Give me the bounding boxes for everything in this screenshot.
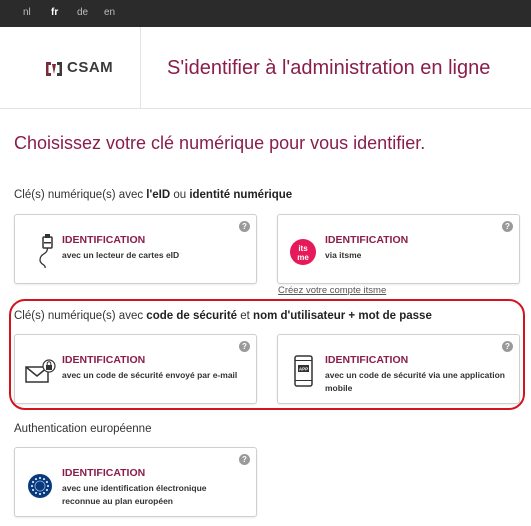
csam-logo-icon <box>46 62 62 76</box>
section-label-european: Authentication européenne <box>14 423 152 435</box>
header: CSAM S'identifier à l'administration en … <box>0 27 531 109</box>
card-description: via itsme <box>325 250 362 260</box>
card-eid-reader[interactable]: ? IDENTIFICATION avec un lecteur de cart… <box>14 214 257 284</box>
eu-stars-icon <box>28 474 52 498</box>
section-label-eid: Clé(s) numérique(s) avec l'eID ou identi… <box>14 189 292 201</box>
language-bar: nl fr de en <box>0 0 531 27</box>
help-icon[interactable]: ? <box>239 454 250 465</box>
card-description: avec un lecteur de cartes eID <box>62 250 180 260</box>
section-security-bold2: nom d'utilisateur + mot de passe <box>253 310 432 322</box>
mobile-app-icon: APP <box>294 355 313 387</box>
section-security-prefix: Clé(s) numérique(s) avec <box>14 310 147 322</box>
logo[interactable]: CSAM <box>0 27 141 109</box>
lang-en[interactable]: en <box>104 7 115 18</box>
card-email-code[interactable]: ? IDENTIFICATION avec un code de sécurit… <box>14 334 257 404</box>
itsme-logo: its me <box>290 239 316 265</box>
section-label-security: Clé(s) numérique(s) avec code de sécurit… <box>14 310 432 322</box>
card-description: avec un code de sécurité envoyé par e-ma… <box>62 370 238 380</box>
page-title: Choisissez votre clé numérique pour vous… <box>14 133 426 153</box>
card-title: IDENTIFICATION <box>62 467 146 479</box>
create-itsme-account-link[interactable]: Créez votre compte itsme <box>278 285 386 296</box>
card-description: avec un code de sécurité via une applica… <box>325 370 505 393</box>
section-eid-middle: ou <box>170 189 190 201</box>
help-icon[interactable]: ? <box>239 341 250 352</box>
lang-nl[interactable]: nl <box>23 7 31 18</box>
svg-text:its: its <box>298 244 308 253</box>
app-badge: APP <box>299 367 308 372</box>
email-lock-icon <box>25 359 56 383</box>
svg-text:me: me <box>297 253 309 262</box>
help-icon[interactable]: ? <box>239 221 250 232</box>
card-mobile-app-code[interactable]: ? APP IDENTIFICATION avec un code de séc… <box>277 334 520 404</box>
card-european-id[interactable]: ? IDENTIFICATION avec une identification… <box>14 447 257 517</box>
card-title: IDENTIFICATION <box>62 234 146 246</box>
lang-de[interactable]: de <box>77 7 88 18</box>
section-security-bold1: code de sécurité <box>146 310 238 322</box>
section-security-middle: et <box>237 310 254 322</box>
card-title: IDENTIFICATION <box>62 354 146 366</box>
help-icon[interactable]: ? <box>502 221 513 232</box>
section-eid-bold2: identité numérique <box>189 189 293 201</box>
lang-fr[interactable]: fr <box>51 7 58 18</box>
help-icon[interactable]: ? <box>502 341 513 352</box>
section-eid-bold1: l'eID <box>146 189 171 201</box>
card-description: avec une identification électronique rec… <box>62 483 207 506</box>
section-eid-prefix: Clé(s) numérique(s) avec <box>14 189 147 201</box>
page-header-title: S'identifier à l'administration en ligne <box>167 57 491 79</box>
card-title: IDENTIFICATION <box>325 354 409 366</box>
card-title: IDENTIFICATION <box>325 234 409 246</box>
card-reader-icon <box>39 234 53 269</box>
card-itsme[interactable]: ? its me IDENTIFICATION via itsme <box>277 214 520 284</box>
brand-name: CSAM <box>67 59 114 76</box>
